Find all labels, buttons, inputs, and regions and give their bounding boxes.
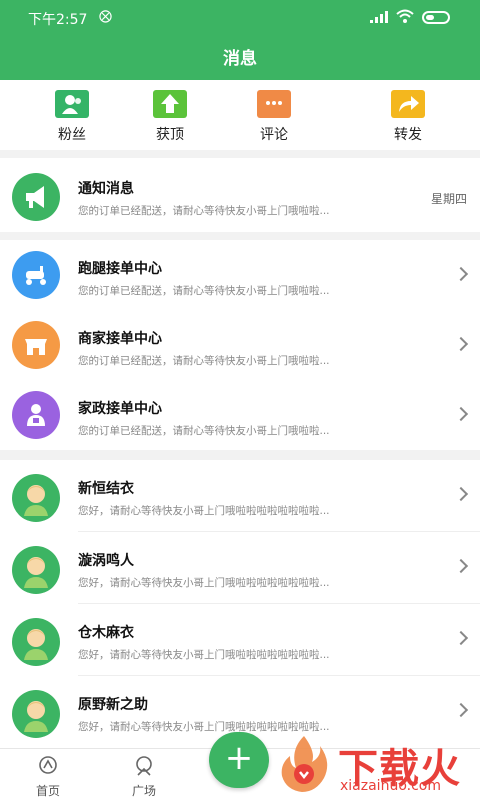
quick-actions-bar: 粉丝 获顶 评论 转发 <box>0 80 480 150</box>
comment-label: 评论 <box>260 127 288 143</box>
list-item-subtitle: 您的订单已经配送，请耐心等待快友小哥上门哦啦啦... <box>78 285 330 297</box>
comment-button[interactable]: 评论 <box>244 90 304 144</box>
chat-subtitle: 您好，请耐心等待快友小哥上门哦啦啦啦啦啦啦啦啦... <box>78 577 330 589</box>
chat-row[interactable]: 漩涡鸣人 您好，请耐心等待快友小哥上门哦啦啦啦啦啦啦啦啦... <box>0 532 480 602</box>
user-avatar-icon <box>12 474 60 522</box>
chat-row[interactable]: 仓木麻衣 您好，请耐心等待快友小哥上门哦啦啦啦啦啦啦啦啦... <box>0 604 480 674</box>
upvote-button[interactable]: 获顶 <box>140 90 200 144</box>
list-item[interactable]: 商家接单中心 您的订单已经配送，请耐心等待快友小哥上门哦啦啦... <box>0 310 480 380</box>
watermark-url: xiazaihuo.com <box>340 778 441 794</box>
list-item[interactable]: 家政接单中心 您的订单已经配送，请耐心等待快友小哥上门哦啦啦... <box>0 380 480 450</box>
chat-subtitle: 您好，请耐心等待快友小哥上门哦啦啦啦啦啦啦啦啦... <box>78 505 330 517</box>
fans-button[interactable]: 粉丝 <box>42 90 102 144</box>
notice-subtitle: 您的订单已经配送，请耐心等待快友小哥上门哦啦啦... <box>78 205 330 217</box>
notice-time: 星期四 <box>430 192 467 206</box>
add-button[interactable]: + <box>209 732 269 788</box>
list-item-title: 家政接单中心 <box>78 401 162 417</box>
order-centers-card: 跑腿接单中心 您的订单已经配送，请耐心等待快友小哥上门哦啦啦... 商家接单中心… <box>0 240 480 450</box>
chat-row[interactable]: 新恒结衣 您好，请耐心等待快友小哥上门哦啦啦啦啦啦啦啦啦... <box>0 460 480 530</box>
chevron-right-icon <box>453 558 469 574</box>
wifi-icon <box>396 9 414 23</box>
chevron-right-icon <box>453 630 469 646</box>
chevron-right-icon <box>453 486 469 502</box>
status-time: 下午2:57 <box>28 12 88 28</box>
user-avatar-icon <box>12 618 60 666</box>
do-not-disturb-icon: ⨂ <box>99 9 112 24</box>
upvote-label: 获顶 <box>156 127 184 143</box>
shop-icon <box>12 321 60 369</box>
chat-subtitle: 您好，请耐心等待快友小哥上门哦啦啦啦啦啦啦啦啦... <box>78 649 330 661</box>
user-avatar-icon <box>12 546 60 594</box>
tab-home-label: 首页 <box>35 784 60 798</box>
flame-logo-icon <box>281 736 328 792</box>
tab-home[interactable]: 首页 <box>18 755 78 799</box>
comment-icon <box>257 90 291 118</box>
chat-title: 原野新之助 <box>78 697 148 713</box>
list-item-title: 商家接单中心 <box>78 331 162 347</box>
forward-label: 转发 <box>394 127 422 143</box>
user-avatar-icon <box>12 690 60 738</box>
chat-title: 新恒结衣 <box>78 481 134 497</box>
chevron-right-icon <box>453 266 469 282</box>
home-icon <box>39 756 57 774</box>
notice-card: 通知消息 您的订单已经配送，请耐心等待快友小哥上门哦啦啦... 星期四 <box>0 158 480 232</box>
app-header: 下午2:57 ⨂ 消息 <box>0 0 480 80</box>
tab-plaza-label: 广场 <box>131 784 156 798</box>
status-bar: 下午2:57 ⨂ <box>0 0 480 36</box>
list-item[interactable]: 跑腿接单中心 您的订单已经配送，请耐心等待快友小哥上门哦啦啦... <box>0 240 480 310</box>
list-item-subtitle: 您的订单已经配送，请耐心等待快友小哥上门哦啦啦... <box>78 355 330 367</box>
chevron-right-icon <box>453 336 469 352</box>
fans-icon <box>55 90 89 118</box>
chevron-right-icon <box>453 406 469 422</box>
list-item-subtitle: 您的订单已经配送，请耐心等待快友小哥上门哦啦啦... <box>78 425 330 437</box>
list-item-title: 跑腿接单中心 <box>78 261 162 277</box>
chat-title: 仓木麻衣 <box>78 625 134 641</box>
notice-title: 通知消息 <box>78 181 134 197</box>
signal-icon <box>370 11 388 23</box>
plaza-icon <box>136 756 152 776</box>
fans-label: 粉丝 <box>58 127 86 143</box>
forward-button[interactable]: 转发 <box>378 90 438 144</box>
megaphone-icon <box>12 173 60 221</box>
battery-icon <box>422 11 450 24</box>
watermark: 下载火 xiazaihuo.com <box>272 728 480 800</box>
chevron-right-icon <box>453 702 469 718</box>
chats-card: 新恒结衣 您好，请耐心等待快友小哥上门哦啦啦啦啦啦啦啦啦... 漩涡鸣人 您好，… <box>0 460 480 748</box>
chat-title: 漩涡鸣人 <box>78 553 134 569</box>
notice-row[interactable]: 通知消息 您的订单已经配送，请耐心等待快友小哥上门哦啦啦... 星期四 <box>0 160 480 230</box>
forward-icon <box>391 90 425 118</box>
tab-plaza[interactable]: 广场 <box>114 755 174 799</box>
housekeeper-icon <box>12 391 60 439</box>
page-title: 消息 <box>223 49 257 69</box>
scooter-icon <box>12 251 60 299</box>
upvote-icon <box>153 90 187 118</box>
